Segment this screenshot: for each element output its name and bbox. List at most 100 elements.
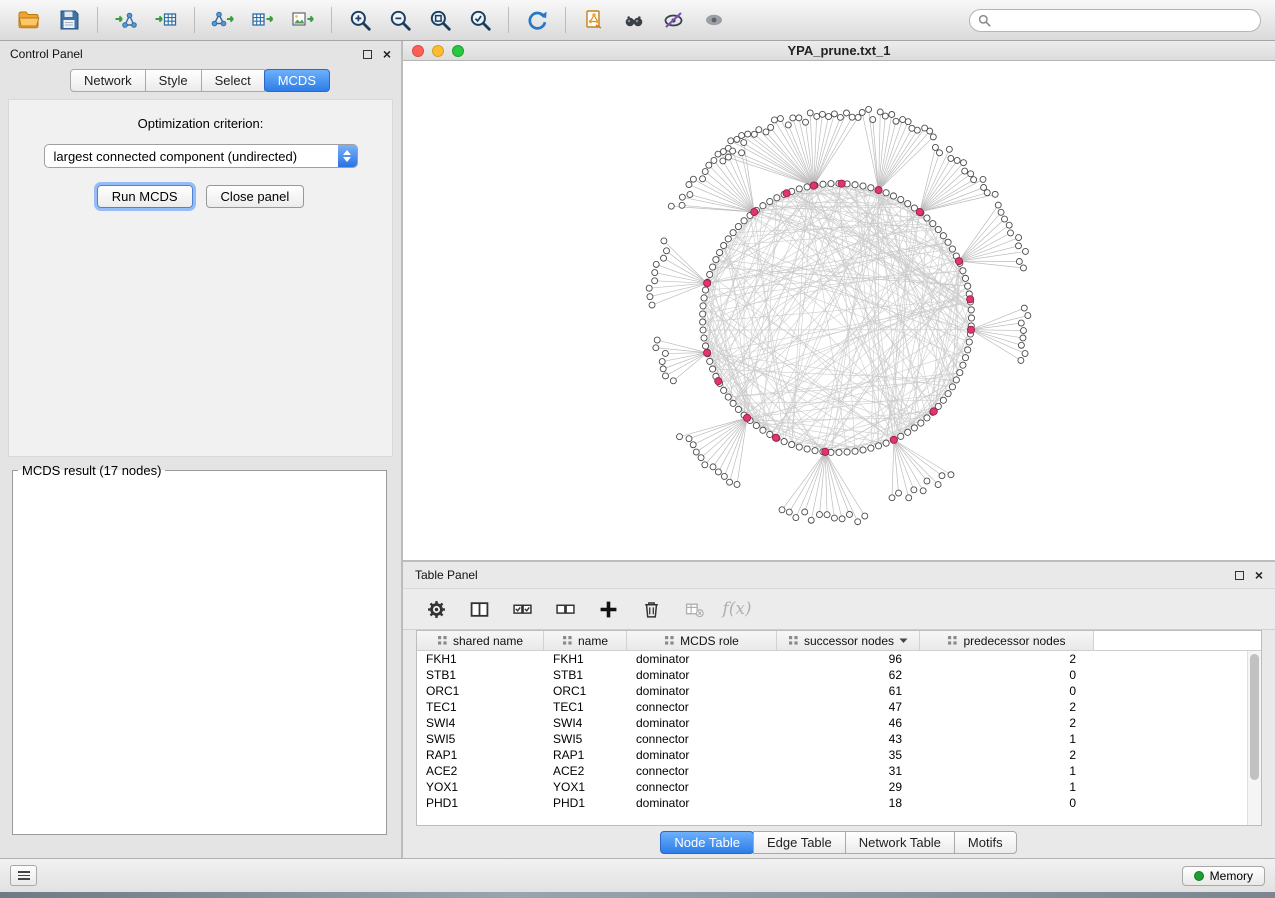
zoom-selected-button[interactable]	[461, 4, 499, 36]
mcds-result-group: MCDS result (17 nodes) PHD1CAR1STP4TID3Y…	[12, 463, 387, 835]
zoom-in-icon	[348, 8, 372, 32]
float-panel-icon[interactable]	[1235, 571, 1244, 580]
tab-network[interactable]: Network	[70, 69, 146, 92]
export-table-button[interactable]	[244, 4, 282, 36]
table-cell: SWI5	[544, 732, 627, 746]
find-button[interactable]	[615, 4, 653, 36]
table-row[interactable]: SWI4SWI4dominator462	[417, 715, 1247, 731]
table-row[interactable]: PHD1PHD1dominator180	[417, 795, 1247, 811]
column-header-MCDS-role[interactable]: MCDS role	[627, 631, 777, 650]
table-cell: 31	[777, 764, 920, 778]
import-table-button[interactable]	[147, 4, 185, 36]
table-row[interactable]: ORC1ORC1dominator610	[417, 683, 1247, 699]
toolbar-separator	[194, 7, 195, 33]
table-cell: 1	[920, 732, 1094, 746]
zoom-fit-button[interactable]	[421, 4, 459, 36]
toolbar-separator	[97, 7, 98, 33]
delete-table-button	[681, 596, 707, 622]
table-cell: connector	[627, 764, 777, 778]
clone-network-icon	[582, 8, 606, 32]
float-panel-icon[interactable]	[363, 50, 372, 59]
tab-node-table[interactable]: Node Table	[660, 831, 754, 854]
gear-icon	[427, 600, 446, 619]
column-namespace-icon	[437, 635, 448, 646]
table-cell: ACE2	[417, 764, 544, 778]
table-row[interactable]: ACE2ACE2connector311	[417, 763, 1247, 779]
close-panel-icon[interactable]: ×	[383, 49, 391, 59]
main-area: Control Panel × NetworkStyleSelectMCDS O…	[0, 41, 1275, 858]
table-row[interactable]: TEC1TEC1connector472	[417, 699, 1247, 715]
table-header: shared namenameMCDS rolesuccessor nodesp…	[417, 631, 1261, 651]
close-window-icon[interactable]	[412, 45, 424, 57]
hide-graphics-details-button[interactable]	[655, 4, 693, 36]
table-cell: 29	[777, 780, 920, 794]
table-row[interactable]: YOX1YOX1connector291	[417, 779, 1247, 795]
column-namespace-icon	[947, 635, 958, 646]
export-image-button[interactable]	[284, 4, 322, 36]
criterion-select[interactable]: largest connected component (undirected)	[44, 144, 358, 168]
tab-network-table[interactable]: Network Table	[845, 831, 955, 854]
run-mcds-button[interactable]: Run MCDS	[97, 185, 193, 208]
tab-motifs[interactable]: Motifs	[954, 831, 1017, 854]
scrollbar-thumb[interactable]	[1250, 654, 1259, 780]
table-cell: RAP1	[417, 748, 544, 762]
columns-icon	[470, 600, 489, 619]
table-row[interactable]: RAP1RAP1dominator352	[417, 747, 1247, 763]
table-settings-button[interactable]	[423, 596, 449, 622]
network-view-window: YPA_prune.txt_1	[403, 41, 1275, 562]
clone-network-button[interactable]	[575, 4, 613, 36]
table-cell: dominator	[627, 668, 777, 682]
network-canvas[interactable]	[403, 61, 1275, 560]
save-session-button[interactable]	[50, 4, 88, 36]
tab-edge-table[interactable]: Edge Table	[753, 831, 846, 854]
table-scrollbar[interactable]	[1247, 651, 1261, 825]
tab-style[interactable]: Style	[145, 69, 202, 92]
show-columns-button[interactable]	[466, 596, 492, 622]
network-view-titlebar: YPA_prune.txt_1	[403, 41, 1275, 61]
apply-layout-button[interactable]	[518, 4, 556, 36]
close-panel-button[interactable]: Close panel	[206, 185, 305, 208]
table-cell: 2	[920, 716, 1094, 730]
table-cell: 2	[920, 700, 1094, 714]
tab-mcds[interactable]: MCDS	[264, 69, 330, 92]
table-row[interactable]: FKH1FKH1dominator962	[417, 651, 1247, 667]
add-column-button[interactable]	[595, 596, 621, 622]
table-cell: connector	[627, 700, 777, 714]
search-input[interactable]	[996, 13, 1252, 27]
minimize-window-icon[interactable]	[432, 45, 444, 57]
zoom-out-button[interactable]	[381, 4, 419, 36]
table-panel-tabs: Node TableEdge TableNetwork TableMotifs	[403, 826, 1275, 858]
memory-button[interactable]: Memory	[1182, 866, 1265, 886]
table-row[interactable]: SWI5SWI5connector431	[417, 731, 1247, 747]
network-graph	[403, 61, 1275, 560]
column-header-predecessor-nodes[interactable]: predecessor nodes	[920, 631, 1094, 650]
import-network-button[interactable]	[107, 4, 145, 36]
table-body: FKH1FKH1dominator962STB1STB1dominator620…	[417, 651, 1247, 825]
table-cell: 2	[920, 652, 1094, 666]
column-namespace-icon	[788, 635, 799, 646]
zoom-in-button[interactable]	[341, 4, 379, 36]
table-cell: TEC1	[417, 700, 544, 714]
column-header-name[interactable]: name	[544, 631, 627, 650]
column-header-shared-name[interactable]: shared name	[417, 631, 544, 650]
select-all-button[interactable]	[509, 596, 535, 622]
table-cell: 18	[777, 796, 920, 810]
column-header-successor-nodes[interactable]: successor nodes	[777, 631, 920, 650]
export-table-icon	[251, 8, 275, 32]
hamburger-icon	[18, 871, 30, 880]
maximize-window-icon[interactable]	[452, 45, 464, 57]
table-row[interactable]: STB1STB1dominator620	[417, 667, 1247, 683]
deselect-all-button[interactable]	[552, 596, 578, 622]
open-folder-icon	[17, 8, 41, 32]
table-cell: FKH1	[544, 652, 627, 666]
status-menu-button[interactable]	[10, 865, 37, 886]
import-table-icon	[154, 8, 178, 32]
show-graphics-details-button[interactable]	[695, 4, 733, 36]
close-panel-icon[interactable]: ×	[1255, 570, 1263, 580]
table-cell: 1	[920, 764, 1094, 778]
delete-column-button[interactable]	[638, 596, 664, 622]
tab-select[interactable]: Select	[201, 69, 265, 92]
optimization-criterion-label: Optimization criterion:	[9, 116, 392, 131]
open-file-button[interactable]	[10, 4, 48, 36]
export-network-button[interactable]	[204, 4, 242, 36]
